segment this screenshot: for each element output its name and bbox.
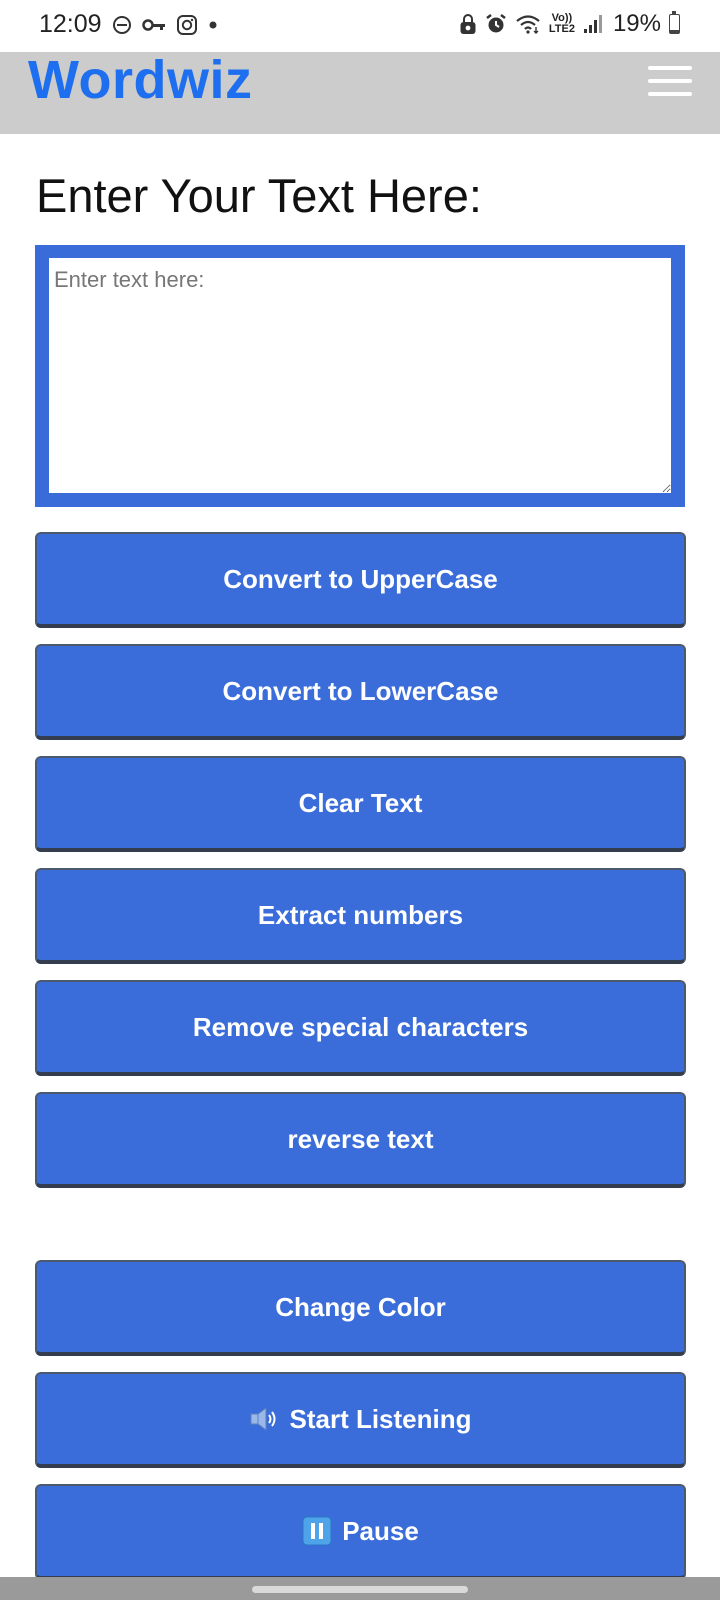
- speaker-icon: [249, 1406, 279, 1432]
- wifi-icon: [515, 14, 541, 34]
- home-indicator[interactable]: [252, 1586, 468, 1593]
- battery-percent: 19%: [612, 10, 661, 37]
- button-label: Change Color: [275, 1291, 446, 1322]
- pause-icon: [302, 1516, 332, 1546]
- status-time: 12:09: [39, 10, 102, 38]
- button-label: Convert to UpperCase: [223, 563, 498, 594]
- button-label: reverse text: [287, 1123, 434, 1154]
- menu-bar-bottom: [648, 92, 692, 96]
- hamburger-menu-icon[interactable]: [648, 66, 692, 100]
- button-label: Clear Text: [298, 787, 423, 818]
- button-label: Pause: [342, 1515, 419, 1546]
- menu-bar-top: [648, 66, 692, 70]
- change-color-button[interactable]: Change Color: [35, 1260, 686, 1356]
- battery-icon: [669, 11, 680, 34]
- alarm-icon: [485, 13, 507, 35]
- button-label: Start Listening: [289, 1403, 472, 1434]
- convert-lowercase-button[interactable]: Convert to LowerCase: [35, 644, 686, 740]
- start-listening-button[interactable]: Start Listening: [35, 1372, 686, 1468]
- lock-bell-icon: [459, 13, 477, 35]
- signal-icon: [583, 14, 605, 34]
- button-label: Convert to LowerCase: [222, 675, 499, 706]
- app-header: Wordwiz: [0, 49, 720, 134]
- reverse-text-button[interactable]: reverse text: [35, 1092, 686, 1188]
- text-input-frame: [35, 245, 685, 507]
- network-label-bottom: LTE2: [548, 23, 575, 35]
- button-label: Remove special characters: [192, 1011, 529, 1042]
- do-not-disturb-icon: [112, 15, 132, 35]
- status-left-group: 12:09: [39, 10, 218, 39]
- remove-special-characters-button[interactable]: Remove special characters: [35, 980, 686, 1076]
- status-bar: 12:09 Vo)) LTE2 19%: [0, 0, 720, 52]
- pause-button[interactable]: Pause: [35, 1484, 686, 1580]
- convert-uppercase-button[interactable]: Convert to UpperCase: [35, 532, 686, 628]
- instagram-icon: [176, 14, 198, 36]
- battery-level: [670, 29, 679, 33]
- menu-bar-middle: [648, 79, 692, 83]
- brand-logo[interactable]: Wordwiz: [28, 49, 252, 111]
- status-right-group: Vo)) LTE2 19%: [459, 10, 680, 38]
- vpn-key-icon: [141, 18, 166, 32]
- extract-numbers-button[interactable]: Extract numbers: [35, 868, 686, 964]
- text-input[interactable]: [49, 258, 671, 493]
- page-heading: Enter Your Text Here:: [36, 169, 482, 222]
- button-label: Extract numbers: [257, 899, 464, 930]
- notification-dot-icon: [208, 20, 218, 30]
- volte-icon: Vo)) LTE2: [549, 13, 575, 35]
- clear-text-button[interactable]: Clear Text: [35, 756, 686, 852]
